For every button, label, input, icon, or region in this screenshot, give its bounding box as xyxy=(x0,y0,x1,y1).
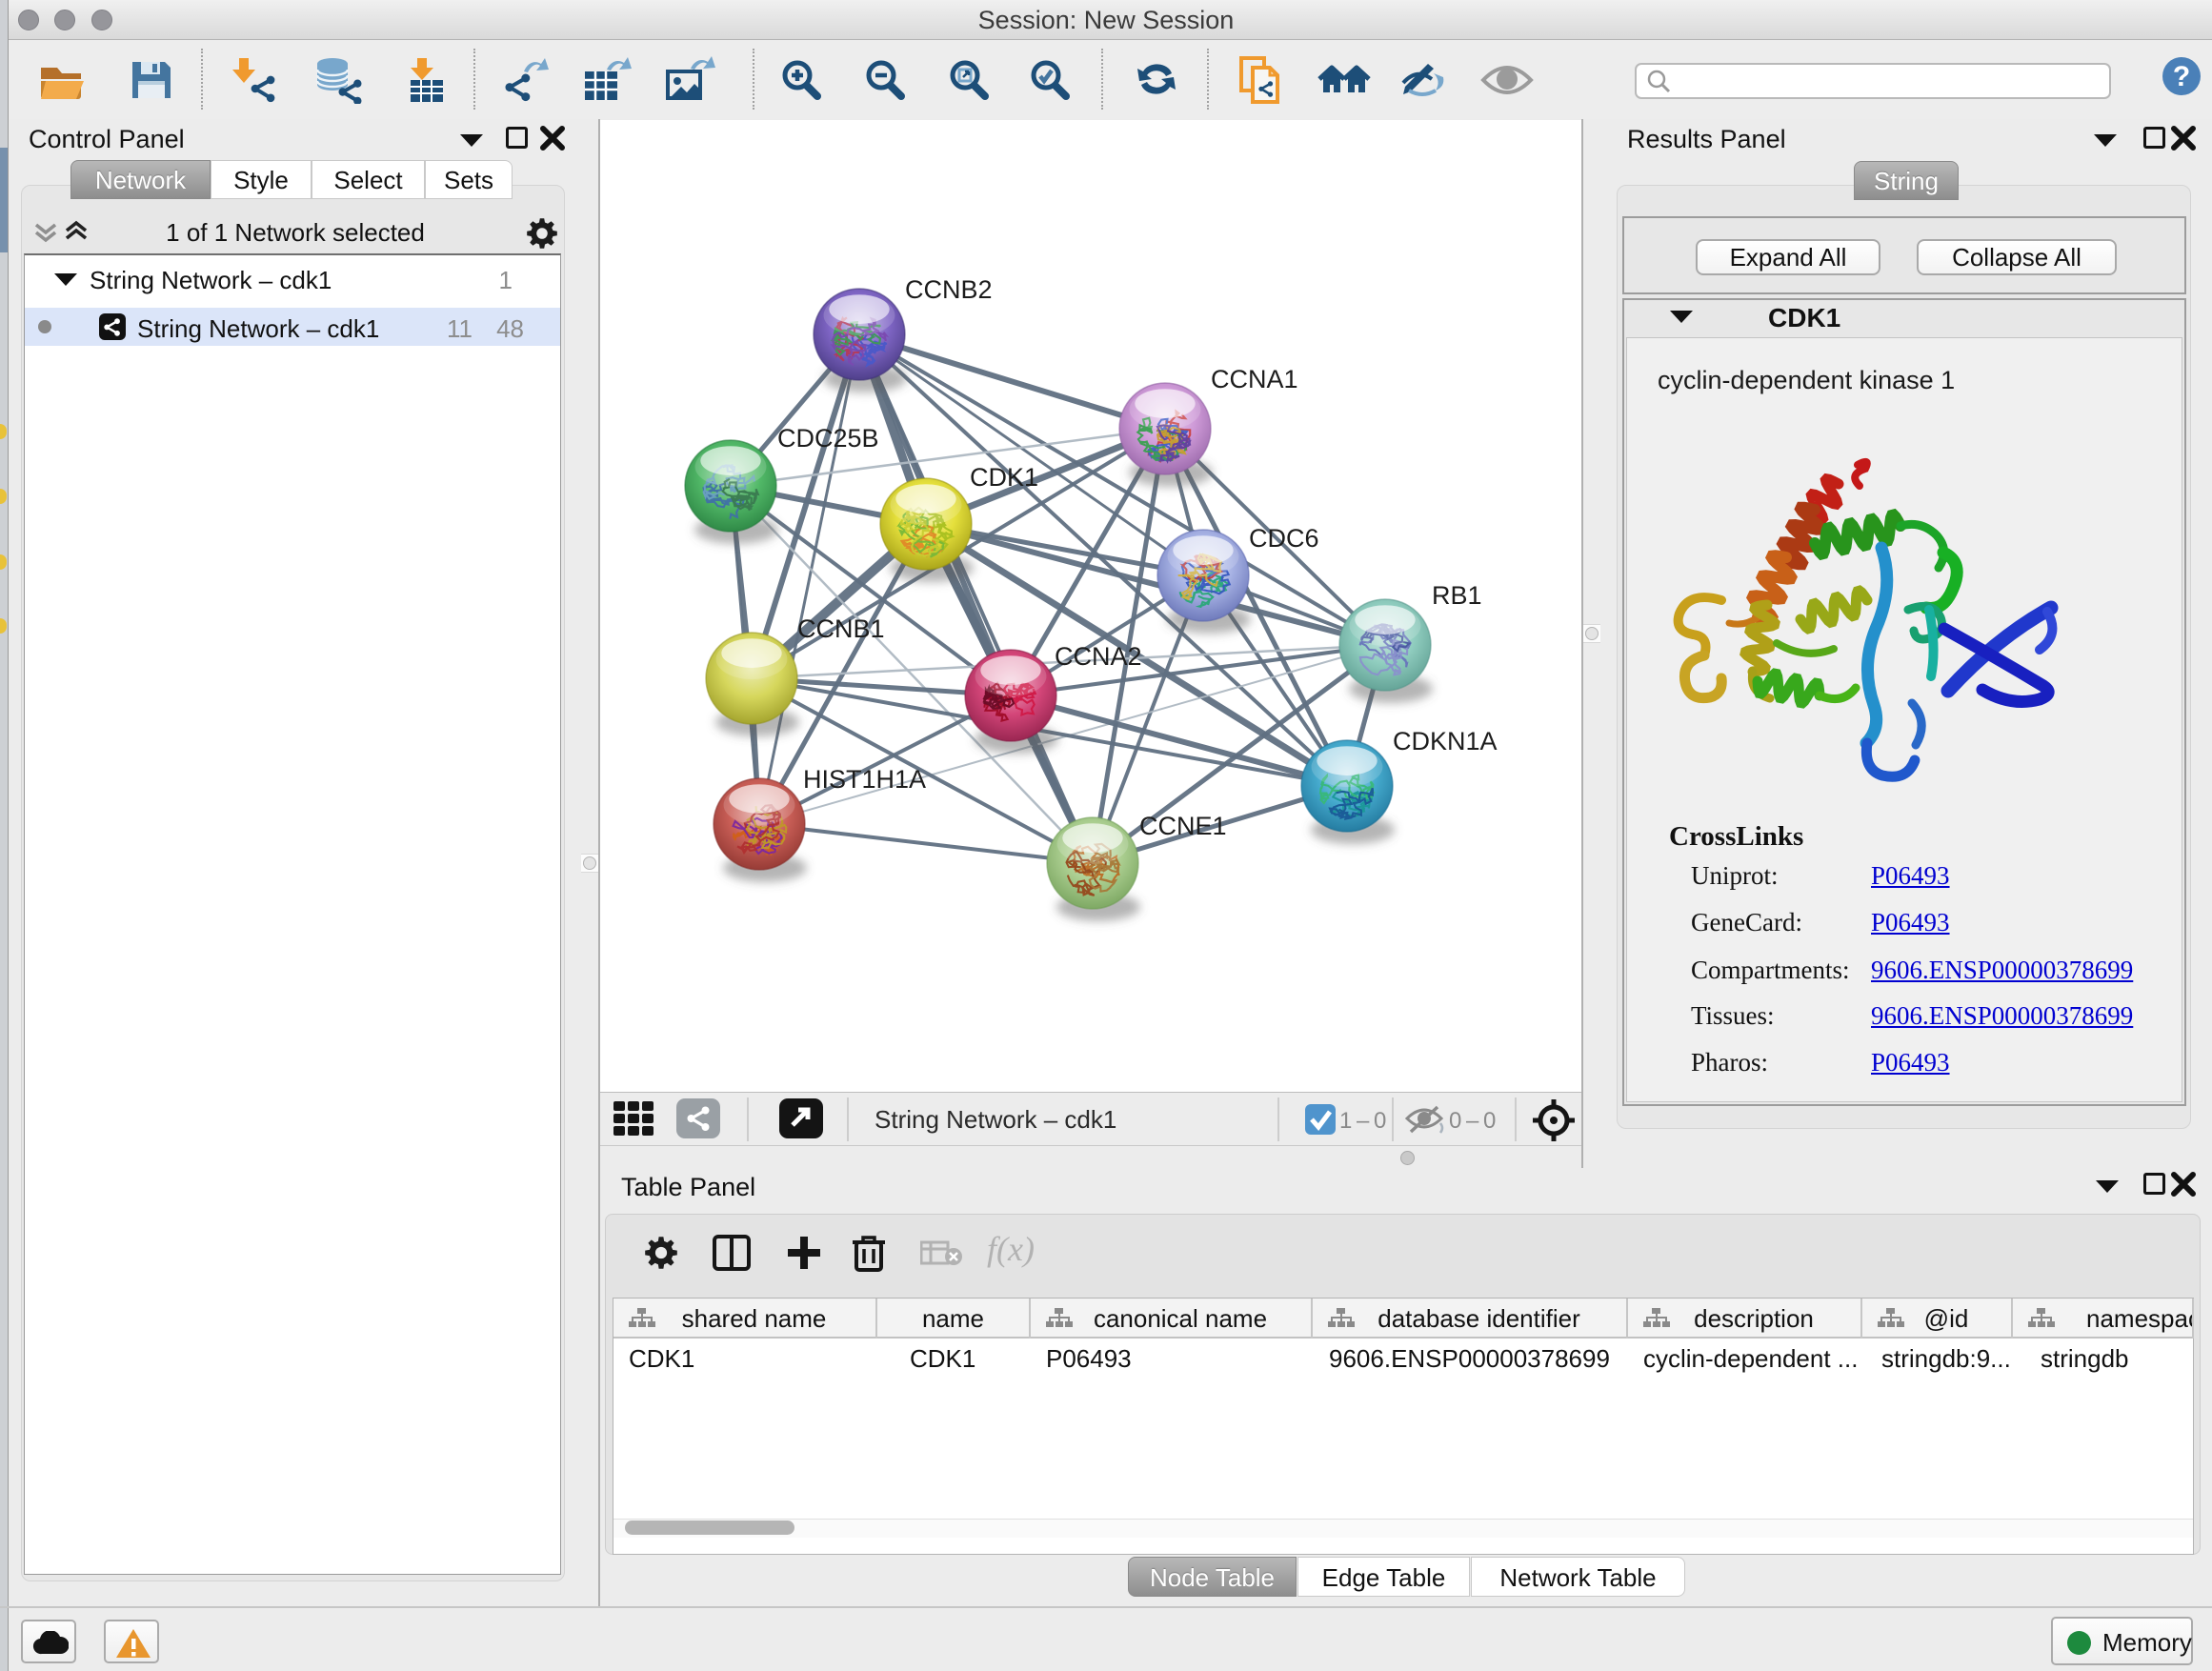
svg-text:CDKN1A: CDKN1A xyxy=(1393,727,1498,755)
svg-text:?: ? xyxy=(2173,61,2190,92)
svg-text:CCNA2: CCNA2 xyxy=(1055,642,1142,671)
svg-text:CCNA1: CCNA1 xyxy=(1211,365,1298,393)
svg-text:CCNB1: CCNB1 xyxy=(797,614,885,643)
svg-text:CDK1: CDK1 xyxy=(970,463,1038,492)
svg-text:CDC25B: CDC25B xyxy=(777,424,879,453)
svg-text:CDC6: CDC6 xyxy=(1249,524,1319,553)
svg-text:CCNB2: CCNB2 xyxy=(905,275,993,304)
svg-text:RB1: RB1 xyxy=(1432,581,1482,610)
svg-text:HIST1H1A: HIST1H1A xyxy=(803,765,926,794)
svg-text:CCNE1: CCNE1 xyxy=(1139,812,1227,840)
